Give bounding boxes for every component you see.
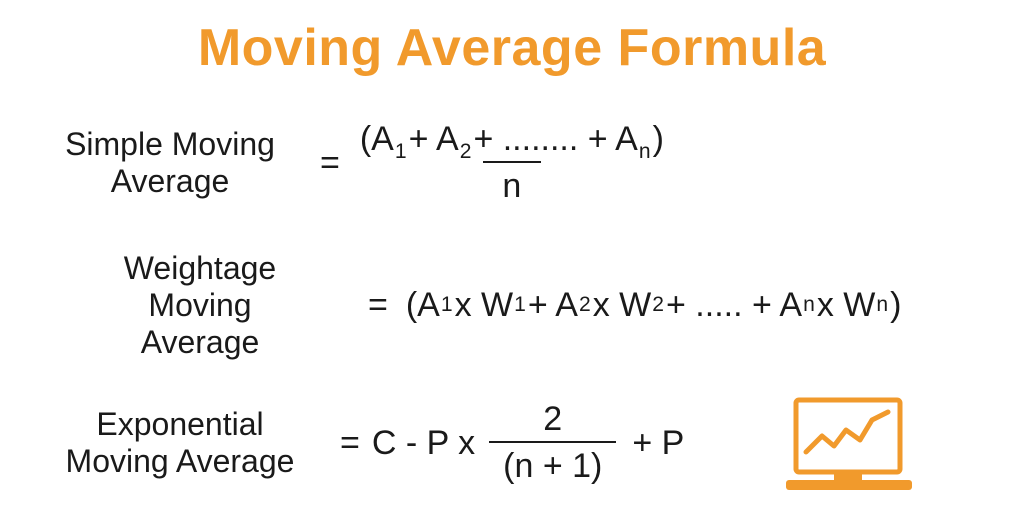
wma-label: Weightage Moving Average: [0, 250, 350, 360]
sma-expression: (A1+ A2+ ........ + An) n: [348, 120, 676, 206]
formula-wma: Weightage Moving Average = (A1 x W1 + A2…: [0, 250, 1024, 360]
sma-denominator: n: [483, 161, 541, 206]
ema-numerator: 2: [537, 400, 568, 441]
ema-denominator: (n + 1): [489, 441, 616, 486]
page: Moving Average Formula Simple Moving Ave…: [0, 0, 1024, 526]
wma-label-line1: Weightage: [124, 250, 276, 286]
ema-fraction: 2 (n + 1): [489, 400, 616, 486]
sma-equals: =: [320, 144, 348, 183]
wma-label-line2: Moving: [148, 287, 251, 323]
sma-label: Simple Moving Average: [0, 126, 320, 200]
wma-expression: (A1 x W1 + A2 x W2 + ..... + An x Wn): [406, 286, 902, 325]
wma-label-line3: Average: [141, 324, 260, 360]
page-title: Moving Average Formula: [0, 18, 1024, 78]
sma-label-line1: Simple Moving: [65, 126, 275, 162]
ema-equals: =: [340, 424, 368, 463]
ema-label-line1: Exponential: [96, 406, 263, 442]
sma-numerator: (A1+ A2+ ........ + An): [354, 120, 670, 161]
wma-equals: =: [350, 286, 406, 325]
ema-label-line2: Moving Average: [66, 443, 295, 479]
ema-expression: C - P x 2 (n + 1) + P: [368, 400, 684, 486]
chart-laptop-icon: [784, 396, 914, 501]
formula-sma: Simple Moving Average = (A1+ A2+ .......…: [0, 120, 1024, 206]
sma-label-line2: Average: [111, 163, 230, 199]
ema-label: Exponential Moving Average: [0, 406, 340, 480]
ema-tail: + P: [622, 424, 684, 463]
ema-lead: C - P x: [368, 424, 483, 463]
sma-fraction: (A1+ A2+ ........ + An) n: [354, 120, 670, 206]
